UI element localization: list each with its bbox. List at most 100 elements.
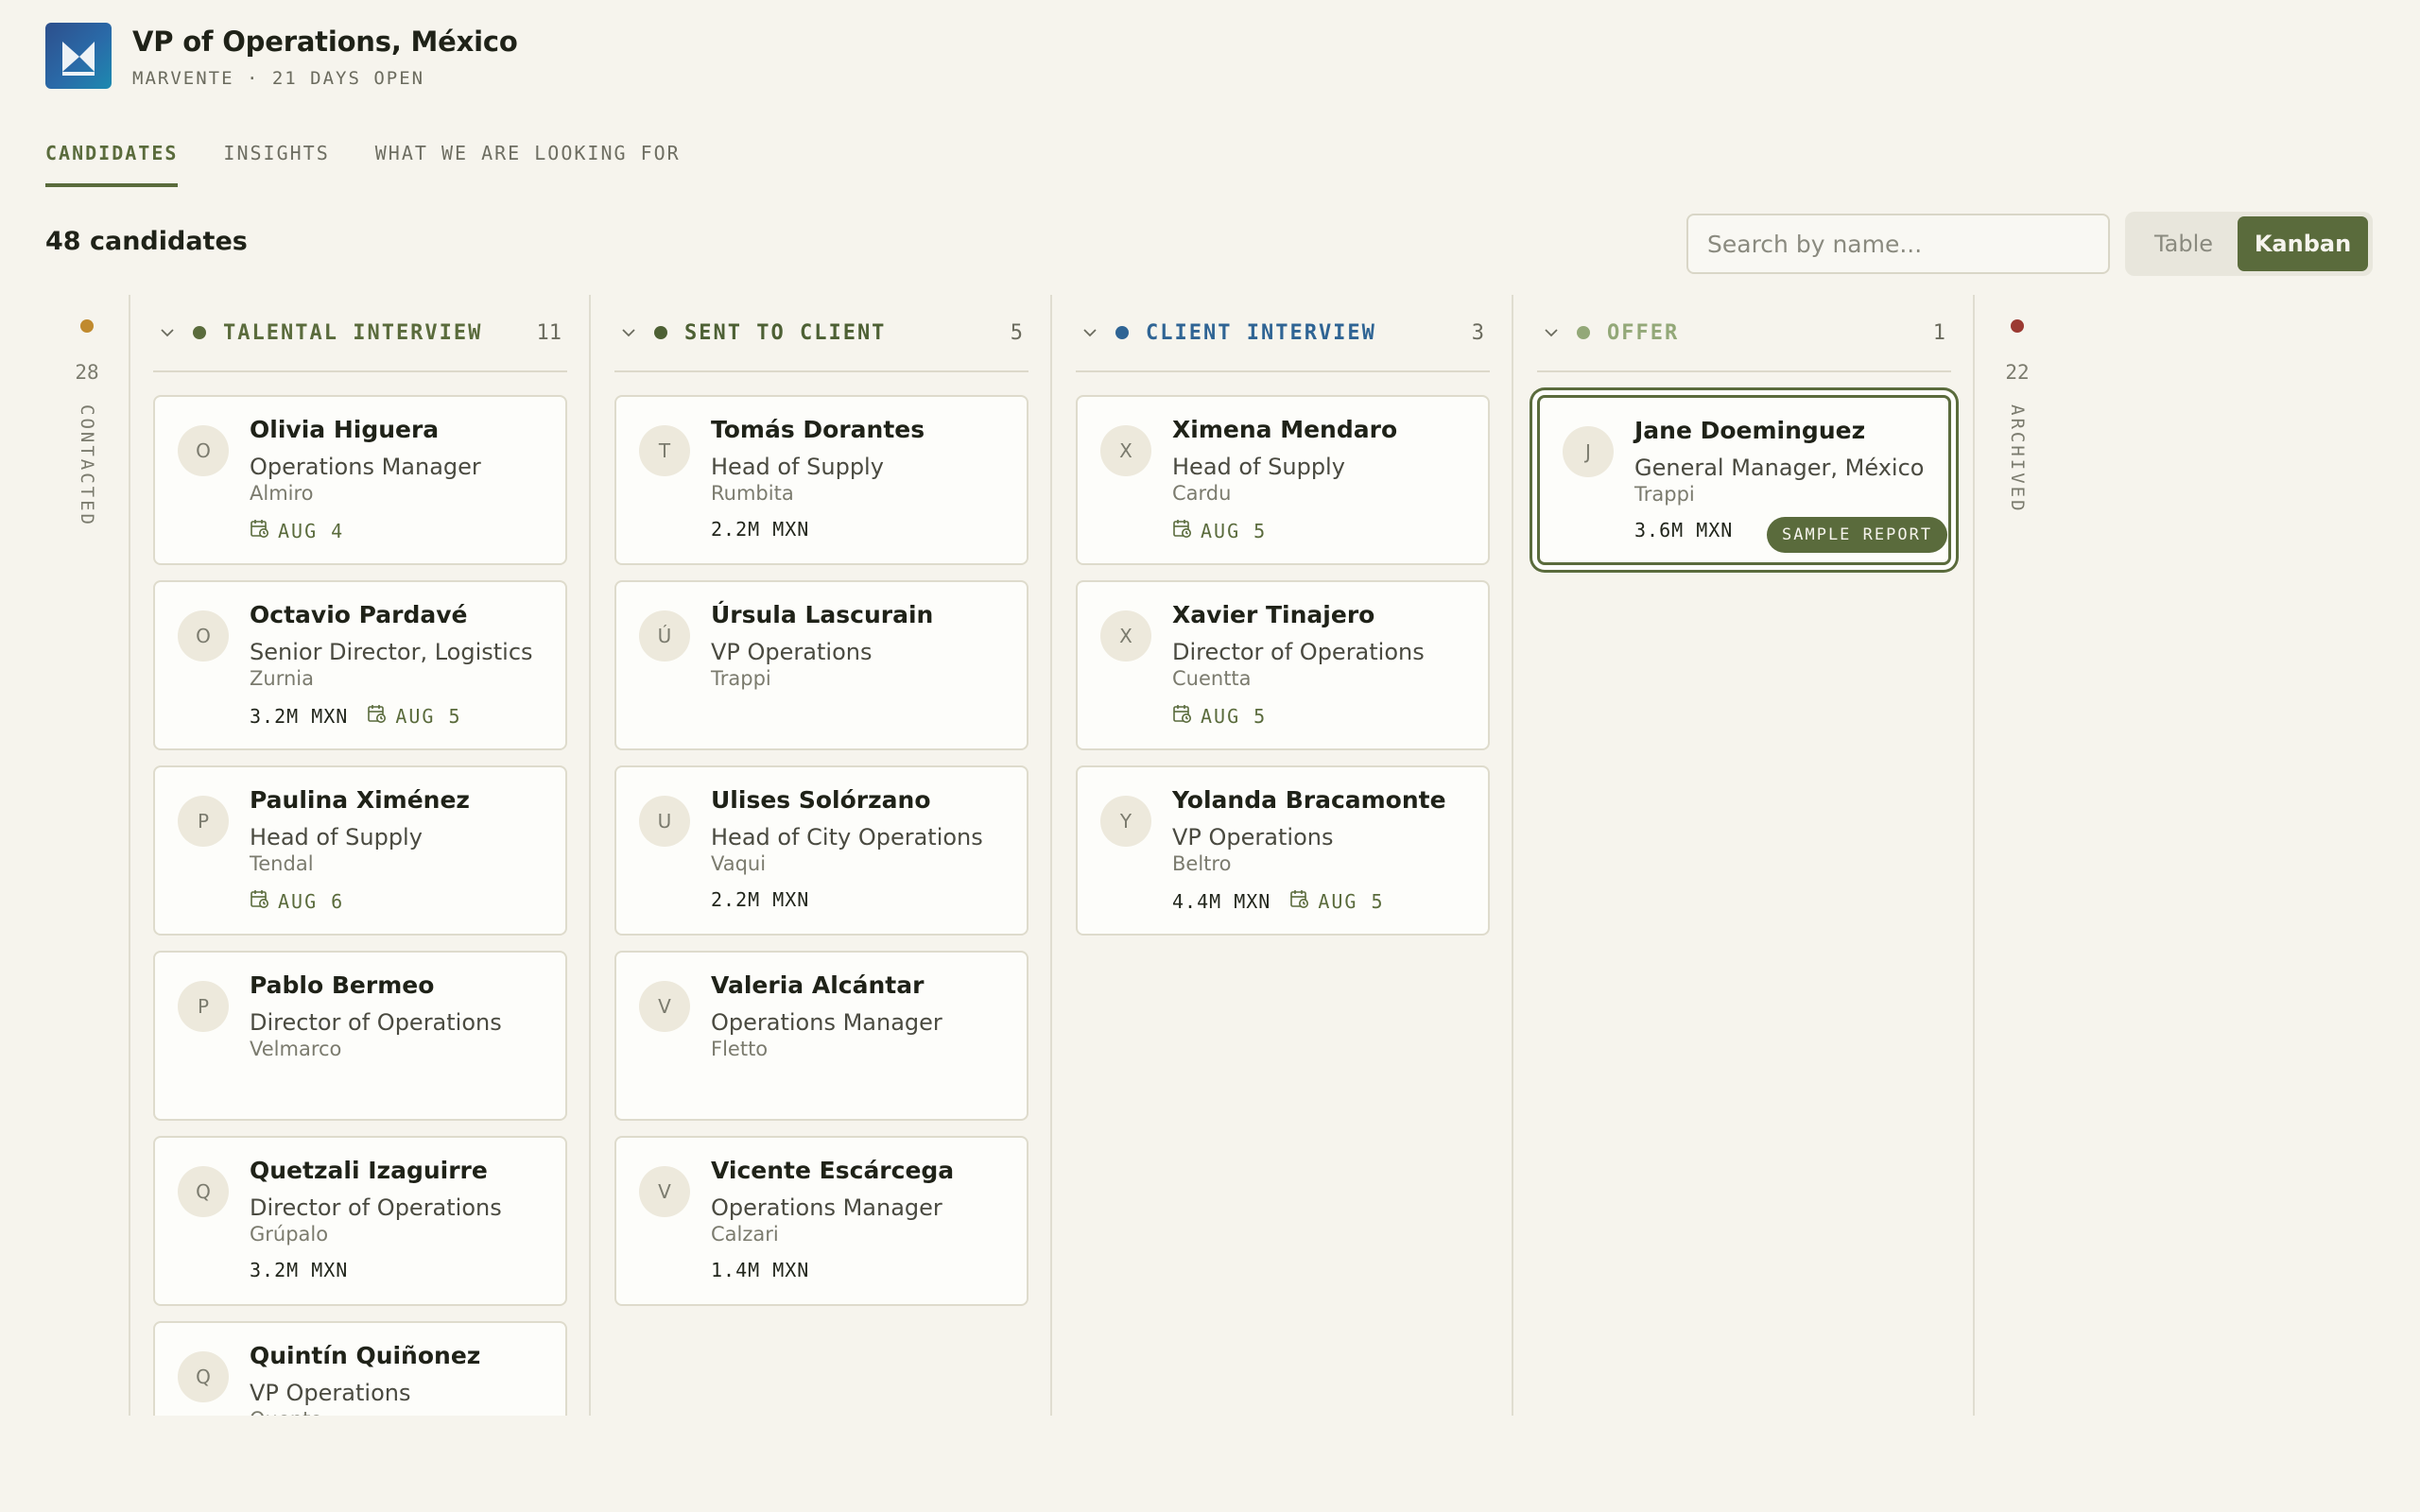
view-toggle: Table Kanban	[2125, 212, 2373, 276]
card-meta: 3.6M MXN	[1634, 519, 1733, 541]
candidate-card[interactable]: O Octavio Pardavé Senior Director, Logisti…	[153, 580, 567, 750]
candidate-card[interactable]: U Ulises Solórzano Head of City Operations…	[614, 765, 1028, 936]
salary: 4.4M MXN	[1172, 889, 1271, 913]
column-header[interactable]: TALENTAL INTERVIEW 11	[153, 295, 567, 372]
avatar: X	[1100, 610, 1151, 662]
column-offer: OFFER 1 J Jane Doeminguez General Manager, M…	[1537, 295, 1951, 1416]
candidate-card[interactable]: V Valeria Alcántar Operations Manager Flett…	[614, 951, 1028, 1121]
archived-collapsed-column[interactable]: 22 ARCHIVED	[1995, 295, 2040, 1416]
avatar: V	[639, 1166, 690, 1217]
candidate-card[interactable]: O Olivia Higuera Operations Manager Almiro A…	[153, 395, 567, 565]
calendar-clock-icon	[1172, 518, 1193, 543]
archived-count: 22	[2005, 361, 2030, 384]
candidate-company: Trappi	[1634, 483, 1695, 506]
date-text: AUG 5	[1318, 889, 1385, 913]
column-header[interactable]: SENT TO CLIENT 5	[614, 295, 1028, 372]
stage-name: OFFER	[1607, 320, 1680, 345]
chevron-down-icon[interactable]	[159, 324, 176, 341]
stage-status-dot	[1577, 326, 1590, 339]
interview-date: AUG 5	[367, 703, 461, 729]
column-sent-to-client: SENT TO CLIENT 5 T Tomás Dorantes Head of Su…	[614, 295, 1028, 1416]
card-meta: 2.2M MXN	[711, 518, 809, 541]
candidate-role: Director of Operations	[250, 1194, 502, 1221]
candidate-card[interactable]: X Ximena Mendaro Head of Supply Cardu AUG 5	[1076, 395, 1490, 565]
candidate-name: Yolanda Bracamonte	[1172, 786, 1446, 814]
contacted-collapsed-column[interactable]: 28 CONTACTED	[64, 295, 110, 1416]
candidate-card[interactable]: X Xavier Tinajero Director of Operations Cu…	[1076, 580, 1490, 750]
page-title: VP of Operations, México	[132, 26, 518, 58]
tab-insights[interactable]: INSIGHTS	[223, 142, 329, 187]
candidate-company: Calzari	[711, 1223, 779, 1246]
candidate-company: Cuentta	[1172, 667, 1252, 690]
date-text: AUG 5	[1201, 704, 1268, 728]
calendar-clock-icon	[367, 703, 388, 729]
candidate-card[interactable]: T Tomás Dorantes Head of Supply Rumbita 2.2M…	[614, 395, 1028, 565]
calendar-clock-icon	[250, 518, 270, 543]
chevron-down-icon[interactable]	[1543, 324, 1560, 341]
column-divider	[1973, 295, 1975, 1416]
stage-name: TALENTAL INTERVIEW	[223, 320, 483, 345]
avatar: O	[178, 425, 229, 476]
stage-count: 11	[536, 320, 562, 345]
candidate-name: Úrsula Lascurain	[711, 601, 934, 628]
stage-status-dot	[654, 326, 667, 339]
stage-status-dot	[193, 326, 206, 339]
chevron-down-icon[interactable]	[1081, 324, 1098, 341]
candidate-card[interactable]: J Jane Doeminguez General Manager, México T…	[1537, 395, 1951, 565]
search-input[interactable]	[1686, 214, 2110, 274]
candidate-role: Director of Operations	[250, 1009, 502, 1036]
column-divider	[1512, 295, 1513, 1416]
stage-name: SENT TO CLIENT	[684, 320, 887, 345]
view-table-button[interactable]: Table	[2130, 216, 2238, 271]
candidate-company: Cardu	[1172, 482, 1232, 505]
candidate-company: Zurnia	[250, 667, 314, 690]
calendar-clock-icon	[250, 888, 270, 914]
card-meta: 1.4M MXN	[711, 1259, 809, 1281]
avatar: U	[639, 796, 690, 847]
contacted-label: CONTACTED	[77, 404, 97, 527]
archived-status-dot	[2011, 319, 2024, 333]
candidate-name: Octavio Pardavé	[250, 601, 468, 628]
salary: 2.2M MXN	[711, 888, 810, 911]
candidate-company: Velmarco	[250, 1038, 342, 1060]
candidate-name: Vicente Escárcega	[711, 1157, 955, 1184]
calendar-clock-icon	[1289, 888, 1310, 914]
candidate-company: Rumbita	[711, 482, 794, 505]
candidate-name: Olivia Higuera	[250, 416, 440, 443]
tab-what-we-are-looking-for[interactable]: WHAT WE ARE LOOKING FOR	[375, 142, 681, 187]
candidate-card[interactable]: Q Quintín Quiñonez VP Operations Quento	[153, 1321, 567, 1416]
logo-mark-icon	[62, 42, 95, 76]
card-meta: 2.2M MXN	[711, 888, 809, 911]
interview-date: AUG 5	[1289, 888, 1384, 914]
tab-candidates[interactable]: CANDIDATES	[45, 142, 179, 187]
avatar: X	[1100, 425, 1151, 476]
column-divider	[129, 295, 130, 1416]
tab-bar: CANDIDATES INSIGHTS WHAT WE ARE LOOKING …	[45, 142, 681, 187]
view-kanban-button[interactable]: Kanban	[2238, 216, 2368, 271]
date-text: AUG 4	[278, 519, 345, 542]
card-meta: AUG 4	[250, 518, 344, 543]
candidate-card[interactable]: Q Quetzali Izaguirre Director of Operation…	[153, 1136, 567, 1306]
date-text: AUG 6	[278, 889, 345, 913]
column-header[interactable]: OFFER 1	[1537, 295, 1951, 372]
column-header[interactable]: CLIENT INTERVIEW 3	[1076, 295, 1490, 372]
candidate-company: Trappi	[711, 667, 771, 690]
candidate-role: Operations Manager	[711, 1009, 942, 1036]
candidate-card[interactable]: P Pablo Bermeo Director of Operations Velma…	[153, 951, 567, 1121]
candidate-role: Director of Operations	[1172, 639, 1425, 665]
column-client-interview: CLIENT INTERVIEW 3 X Ximena Mendaro Head of …	[1076, 295, 1490, 1416]
avatar: J	[1563, 426, 1614, 477]
stage-count: 5	[1010, 320, 1023, 345]
candidate-role: Head of Supply	[1172, 454, 1345, 480]
chevron-down-icon[interactable]	[620, 324, 637, 341]
company-logo	[45, 23, 112, 89]
candidate-card[interactable]: V Vicente Escárcega Operations Manager Calz…	[614, 1136, 1028, 1306]
avatar: P	[178, 796, 229, 847]
candidate-card[interactable]: P Paulina Ximénez Head of Supply Tendal AUG …	[153, 765, 567, 936]
candidate-card[interactable]: Y Yolanda Bracamonte VP Operations Beltro 4.…	[1076, 765, 1490, 936]
sample-report-badge[interactable]: SAMPLE REPORT	[1767, 517, 1948, 553]
job-subtitle: MARVENTE · 21 DAYS OPEN	[132, 68, 425, 89]
candidate-role: VP Operations	[1172, 824, 1334, 850]
candidate-card[interactable]: Ú Úrsula Lascurain VP Operations Trappi	[614, 580, 1028, 750]
stage-count: 3	[1471, 320, 1484, 345]
